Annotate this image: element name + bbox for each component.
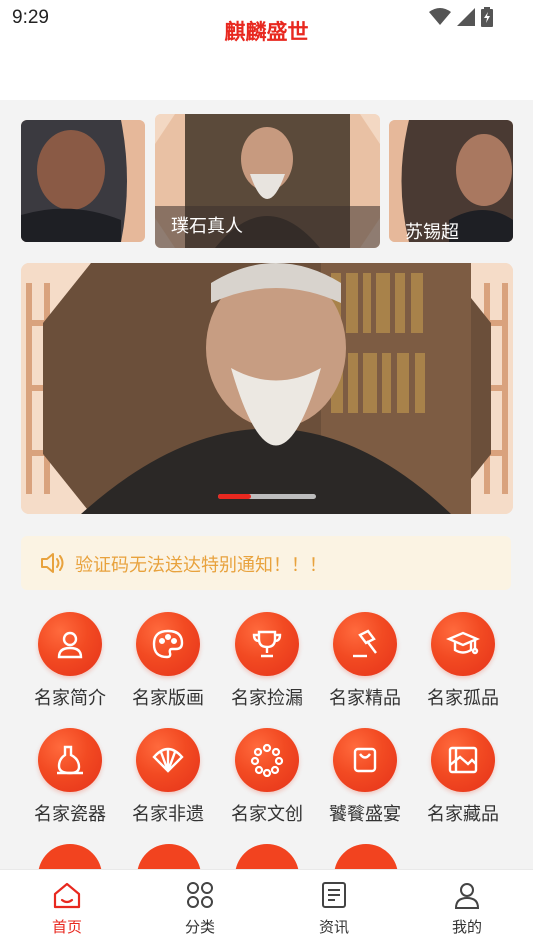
person-icon bbox=[38, 612, 102, 676]
featured-card[interactable]: 璞石真人 bbox=[155, 114, 380, 248]
nav-label: 分类 bbox=[184, 918, 215, 936]
category-item[interactable]: 名家孤品 bbox=[414, 612, 512, 710]
category-label: 名家瓷器 bbox=[34, 804, 106, 825]
nav-category[interactable]: 分类 bbox=[150, 880, 250, 937]
category-label: 饕餮盛宴 bbox=[329, 804, 401, 825]
featured-card-name: 苏锡超 bbox=[405, 222, 459, 242]
trophy-icon bbox=[235, 612, 299, 676]
category-item[interactable]: 名家非遗 bbox=[119, 728, 217, 826]
nav-home[interactable]: 首页 bbox=[17, 880, 117, 937]
nav-news[interactable]: 资讯 bbox=[284, 880, 384, 937]
category-item[interactable]: 名家捡漏 bbox=[218, 612, 316, 710]
nav-profile[interactable]: 我的 bbox=[417, 880, 517, 937]
main-banner[interactable] bbox=[21, 263, 513, 514]
category-label: 名家简介 bbox=[34, 688, 106, 709]
banner-indicator bbox=[218, 494, 316, 499]
portrait-image bbox=[21, 120, 145, 242]
header: 9:29 麒麟盛世 bbox=[0, 0, 533, 100]
category-label: 名家非遗 bbox=[132, 804, 204, 825]
collection-icon bbox=[431, 728, 495, 792]
featured-carousel[interactable]: 璞石真人 苏锡超 bbox=[0, 112, 533, 252]
graduation-cap-icon bbox=[431, 612, 495, 676]
gavel-icon bbox=[333, 612, 397, 676]
category-label: 名家孤品 bbox=[427, 688, 499, 709]
category-label: 名家藏品 bbox=[427, 804, 499, 825]
bag-icon bbox=[333, 728, 397, 792]
notice-bar[interactable]: 验证码无法送达特别通知！！！ bbox=[21, 536, 511, 590]
notice-text: 验证码无法送达特别通知！！！ bbox=[75, 555, 327, 576]
vase-icon bbox=[38, 728, 102, 792]
category-label: 名家文创 bbox=[231, 804, 303, 825]
nav-label: 我的 bbox=[451, 918, 482, 936]
bottom-nav: 首页 分类 资讯 我的 bbox=[0, 869, 533, 948]
speaker-icon bbox=[41, 553, 64, 573]
beads-icon bbox=[235, 728, 299, 792]
featured-card-name: 璞石真人 bbox=[171, 216, 243, 237]
category-item[interactable]: 名家版画 bbox=[119, 612, 217, 710]
battery-icon bbox=[481, 7, 493, 27]
signal-icon bbox=[457, 8, 475, 26]
featured-card[interactable]: 苏锡超 bbox=[389, 120, 513, 242]
banner-indicator-active bbox=[218, 494, 251, 499]
category-item[interactable]: 饕餮盛宴 bbox=[316, 728, 414, 826]
status-icons bbox=[429, 7, 493, 27]
category-label: 名家版画 bbox=[132, 688, 204, 709]
user-icon bbox=[454, 883, 480, 909]
category-item[interactable]: 名家瓷器 bbox=[21, 728, 119, 826]
category-item[interactable]: 名家藏品 bbox=[414, 728, 512, 826]
news-icon bbox=[322, 882, 346, 908]
nav-label: 首页 bbox=[51, 918, 82, 936]
category-item[interactable]: 名家文创 bbox=[218, 728, 316, 826]
category-label: 名家捡漏 bbox=[231, 688, 303, 709]
nav-label: 资讯 bbox=[318, 918, 349, 936]
home-icon bbox=[53, 882, 81, 909]
palette-icon bbox=[136, 612, 200, 676]
category-icon bbox=[187, 882, 213, 908]
category-label: 名家精品 bbox=[329, 688, 401, 709]
category-item[interactable]: 名家精品 bbox=[316, 612, 414, 710]
featured-card[interactable] bbox=[21, 120, 145, 242]
fan-icon bbox=[136, 728, 200, 792]
wifi-icon bbox=[429, 8, 451, 25]
category-item[interactable]: 名家简介 bbox=[21, 612, 119, 710]
banner-image bbox=[21, 263, 513, 514]
